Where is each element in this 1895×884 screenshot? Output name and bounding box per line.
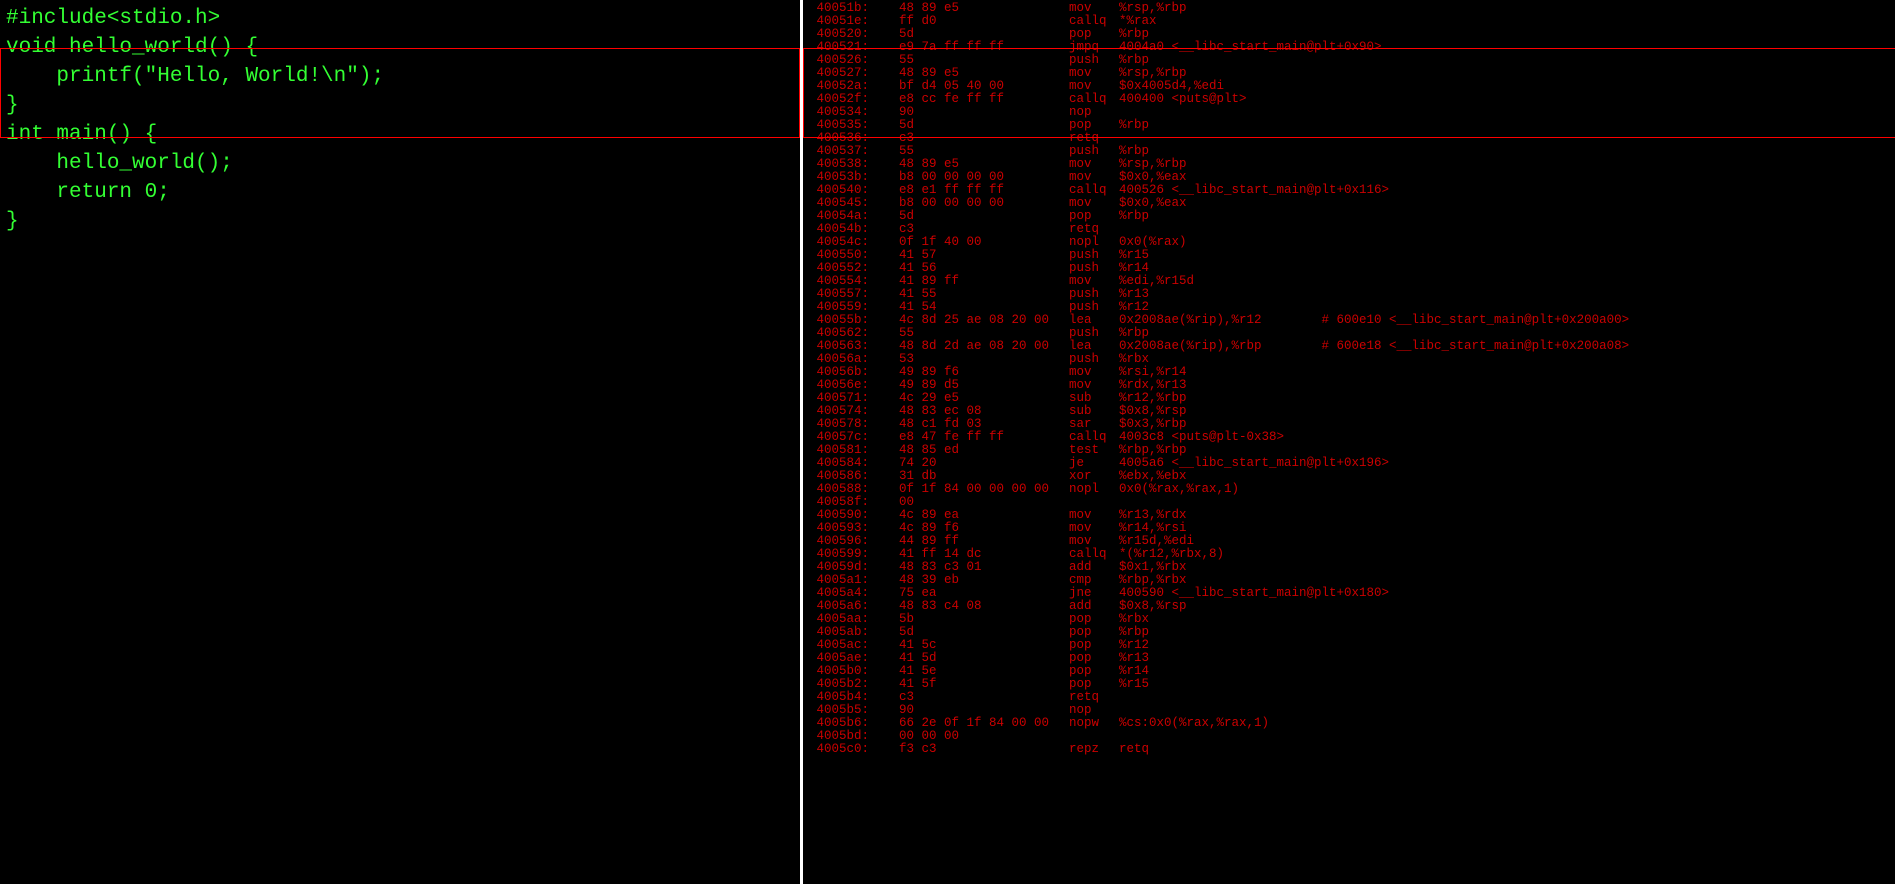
- asm-line: 40055b:4c 8d 25 ae 08 20 00lea0x2008ae(%…: [809, 314, 1889, 327]
- asm-line: 40056b:49 89 f6mov%rsi,%r14: [809, 366, 1889, 379]
- asm-line: 4005c0:f3 c3repzretq: [809, 743, 1889, 756]
- asm-line: 4005bd:00 00 00: [809, 730, 1889, 743]
- asm-line: 400554:41 89 ffmov%edi,%r15d: [809, 275, 1889, 288]
- source-line: int main() {: [6, 120, 794, 149]
- asm-line: 4005ac:41 5cpop%r12: [809, 639, 1889, 652]
- source-line: }: [6, 91, 794, 120]
- asm-line: 4005aa:5bpop%rbx: [809, 613, 1889, 626]
- asm-line: 400557:41 55push%r13: [809, 288, 1889, 301]
- asm-line: 40059d:48 83 c3 01add$0x1,%rbx: [809, 561, 1889, 574]
- asm-line: 40051e:ff d0callq*%rax: [809, 15, 1889, 28]
- asm-line: 40051b:48 89 e5mov%rsp,%rbp: [809, 2, 1889, 15]
- asm-line: 40052f:e8 cc fe ff ffcallq400400 <puts@p…: [809, 93, 1889, 106]
- source-line: }: [6, 207, 794, 236]
- source-code-pane[interactable]: #include<stdio.h> void hello_world() { p…: [0, 0, 800, 884]
- asm-line: 4005b4:c3retq: [809, 691, 1889, 704]
- asm-line: 4005ab:5dpop%rbp: [809, 626, 1889, 639]
- asm-line: 400534:90nop: [809, 106, 1889, 119]
- asm-line: 4005b0:41 5epop%r14: [809, 665, 1889, 678]
- asm-line: 4005b6:66 2e 0f 1f 84 00 00nopw%cs:0x0(%…: [809, 717, 1889, 730]
- disassembly-pane[interactable]: 40051b:48 89 e5mov%rsp,%rbp 40051e:ff d0…: [803, 0, 1895, 884]
- asm-line: 40058f:00: [809, 496, 1889, 509]
- source-line: void hello_world() {: [6, 33, 794, 62]
- asm-line: 400584:74 20je4005a6 <__libc_start_main@…: [809, 457, 1889, 470]
- asm-line: 400521:e9 7a ff ff ffjmpq4004a0 <__libc_…: [809, 41, 1889, 54]
- asm-line: 4005ae:41 5dpop%r13: [809, 652, 1889, 665]
- asm-line: 400563:48 8d 2d ae 08 20 00lea0x2008ae(%…: [809, 340, 1889, 353]
- asm-line: 40054c:0f 1f 40 00nopl0x0(%rax): [809, 236, 1889, 249]
- source-line: hello_world();: [6, 149, 794, 178]
- asm-line: 400593:4c 89 f6mov%r14,%rsi: [809, 522, 1889, 535]
- asm-line: 400590:4c 89 eamov%r13,%rdx: [809, 509, 1889, 522]
- asm-line: 40056a:53push%rbx: [809, 353, 1889, 366]
- source-line: printf("Hello, World!\n");: [6, 62, 794, 91]
- asm-line: 40056e:49 89 d5mov%rdx,%r13: [809, 379, 1889, 392]
- asm-line: 400526:55push%rbp: [809, 54, 1889, 67]
- asm-listing: 40051b:48 89 e5mov%rsp,%rbp 40051e:ff d0…: [809, 2, 1889, 756]
- asm-line: 40057c:e8 47 fe ff ffcallq4003c8 <puts@p…: [809, 431, 1889, 444]
- asm-line: 400535:5dpop%rbp: [809, 119, 1889, 132]
- asm-line: 400545:b8 00 00 00 00mov$0x0,%eax: [809, 197, 1889, 210]
- asm-line: 400537:55push%rbp: [809, 145, 1889, 158]
- asm-line: 400550:41 57push%r15: [809, 249, 1889, 262]
- asm-line: 40054a:5dpop%rbp: [809, 210, 1889, 223]
- source-line: #include<stdio.h>: [6, 4, 794, 33]
- asm-line: 4005a6:48 83 c4 08add$0x8,%rsp: [809, 600, 1889, 613]
- source-line: return 0;: [6, 178, 794, 207]
- asm-line: 400552:41 56push%r14: [809, 262, 1889, 275]
- asm-line: 400588:0f 1f 84 00 00 00 00nopl0x0(%rax,…: [809, 483, 1889, 496]
- asm-line: 400536:c3retq: [809, 132, 1889, 145]
- asm-line: 4005b2:41 5fpop%r15: [809, 678, 1889, 691]
